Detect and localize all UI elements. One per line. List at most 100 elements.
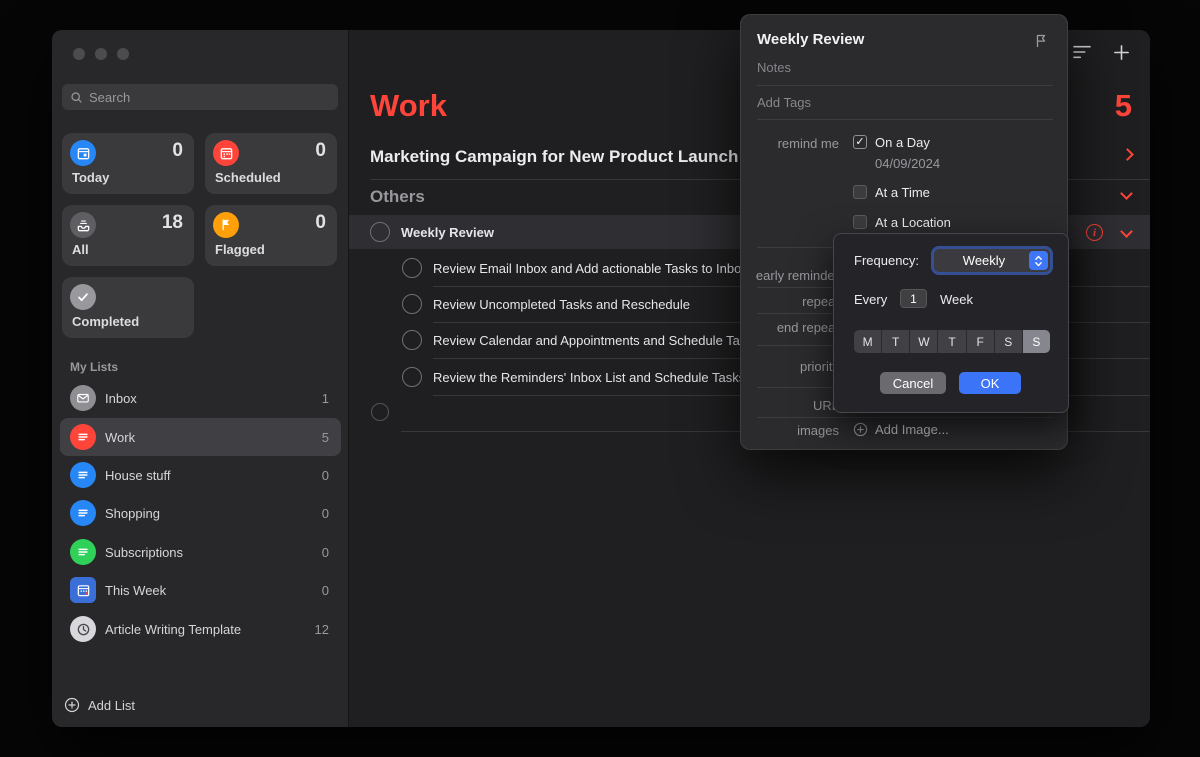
list-lines-icon [70,539,96,565]
clock-icon [70,616,96,642]
on-a-day-label: On a Day [875,135,930,150]
frequency-select[interactable]: Weekly [934,249,1050,272]
section-others-title[interactable]: Others [370,187,425,207]
sort-icon[interactable] [1071,44,1093,65]
task-row[interactable]: Review Email Inbox and Add actionable Ta… [402,258,748,278]
add-circle-icon [64,697,80,713]
sidebar-item-inbox[interactable]: Inbox 1 [60,379,341,417]
images-label: images [741,423,839,438]
task-row[interactable]: Review the Reminders' Inbox List and Sch… [402,367,745,387]
at-a-location-label: At a Location [875,215,951,230]
sidebar-item-shopping[interactable]: Shopping 0 [60,494,341,532]
chevron-right-icon[interactable] [1121,148,1134,161]
my-lists-header: My Lists [70,360,118,374]
frequency-label: Frequency: [854,253,919,268]
section-marketing-title[interactable]: Marketing Campaign for New Product Launc… [370,147,738,167]
remaining-count: 5 [1115,88,1132,124]
sidebar-item-subscriptions[interactable]: Subscriptions 0 [60,533,341,571]
list-label: Work [105,430,313,445]
weekday-segment[interactable]: T [882,330,910,353]
window-close-button[interactable] [73,48,85,60]
smartlist-today[interactable]: 0 Today [62,133,194,194]
list-count: 0 [322,545,329,560]
select-chevrons-icon [1029,251,1048,270]
smartlist-flagged[interactable]: 0 Flagged [205,205,337,266]
list-label: Article Writing Template [105,622,306,637]
task-row[interactable]: Review Uncompleted Tasks and Reschedule [402,294,690,314]
at-a-location-checkbox[interactable] [853,215,867,229]
sidebar-item-this-week[interactable]: This Week 0 [60,571,341,609]
divider [757,85,1053,86]
search-field[interactable] [62,84,338,110]
url-label: URL [741,398,839,413]
weekday-segment[interactable]: W [910,330,938,353]
calendar-icon [213,140,239,166]
info-icon[interactable]: i [1086,224,1103,241]
weekday-segment[interactable]: S [995,330,1023,353]
search-input[interactable] [89,90,330,105]
task-row[interactable]: Review Calendar and Appointments and Sch… [402,330,759,350]
task-checkbox[interactable] [402,367,422,387]
smartlist-scheduled[interactable]: 0 Scheduled [205,133,337,194]
scheduled-label: Scheduled [215,170,281,185]
chevron-down-icon[interactable] [1120,187,1133,200]
today-count: 0 [172,140,183,162]
add-circle-icon [853,422,868,437]
task-row[interactable]: Weekly Review [370,222,494,242]
notes-input[interactable]: Notes [757,60,791,75]
weekday-segment[interactable]: T [938,330,966,353]
at-a-time-checkbox[interactable] [853,185,867,199]
weekday-segment[interactable]: F [967,330,995,353]
list-count: 5 [322,430,329,445]
task-checkbox[interactable] [370,222,390,242]
repeat-label: repeat [741,294,839,309]
divider [757,417,1053,418]
smartlist-completed[interactable]: Completed [62,277,194,338]
on-a-day-checkbox[interactable]: ✓ [853,135,867,149]
search-icon [70,91,83,104]
ok-button[interactable]: OK [959,372,1021,394]
divider [757,119,1053,120]
window-zoom-button[interactable] [117,48,129,60]
weekday-segment-selected[interactable]: S [1023,330,1050,353]
flagged-label: Flagged [215,242,265,257]
task-checkbox[interactable] [402,294,422,314]
end-repeat-label: end repeat [741,320,839,335]
task-checkbox[interactable] [402,258,422,278]
reminder-detail-popup: Weekly Review Notes Add Tags remind me ✓… [740,14,1068,450]
window-minimize-button[interactable] [95,48,107,60]
every-value-input[interactable] [900,289,927,308]
add-list-button[interactable]: Add List [64,697,135,713]
flag-icon [213,212,239,238]
task-checkbox[interactable] [402,330,422,350]
page-title: Work [370,88,447,124]
cancel-button[interactable]: Cancel [880,372,946,394]
add-reminder-icon[interactable] [1113,44,1130,66]
envelope-icon [70,385,96,411]
flag-icon[interactable] [1031,31,1051,51]
new-task-checkbox[interactable] [371,403,389,421]
priority-label: priority [741,359,839,374]
task-title: Review Calendar and Appointments and Sch… [433,333,759,348]
new-task-row[interactable] [371,403,389,421]
list-count: 0 [322,583,329,598]
calendar-grid-icon [70,577,96,603]
tags-input[interactable]: Add Tags [757,95,811,110]
add-image-button[interactable]: Add Image... [853,422,949,437]
weekday-segment[interactable]: M [854,330,882,353]
list-lines-icon [70,462,96,488]
repeat-frequency-popover: Frequency: Weekly Every Week M T W T F S… [833,233,1069,413]
sidebar-item-work[interactable]: Work 5 [60,418,341,456]
list-lines-icon [70,424,96,450]
calendar-today-icon [70,140,96,166]
list-count: 0 [322,468,329,483]
task-title: Review Email Inbox and Add actionable Ta… [433,261,748,276]
reminder-date[interactable]: 04/09/2024 [875,156,940,171]
all-count: 18 [162,212,183,234]
sidebar-item-house-stuff[interactable]: House stuff 0 [60,456,341,494]
sidebar-item-article-writing-template[interactable]: Article Writing Template 12 [60,610,341,648]
list-count: 12 [315,622,329,637]
list-label: This Week [105,583,313,598]
smartlist-all[interactable]: 18 All [62,205,194,266]
at-a-time-label: At a Time [875,185,930,200]
